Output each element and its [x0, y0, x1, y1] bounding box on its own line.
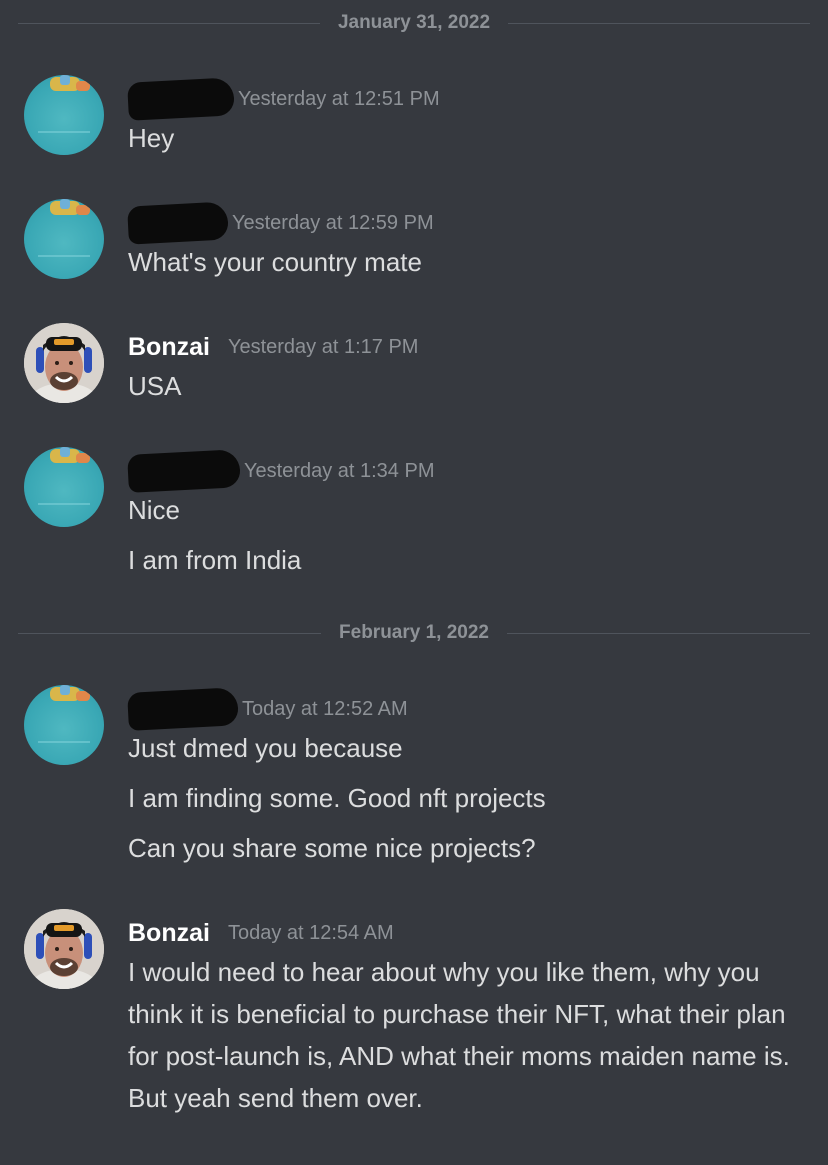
- avatar[interactable]: [24, 909, 104, 989]
- message-text: Hey: [128, 123, 175, 153]
- bonzai-avatar-image: [24, 323, 104, 403]
- avatar[interactable]: [24, 447, 104, 527]
- redacted-username: [127, 77, 235, 121]
- avatar[interactable]: [24, 685, 104, 765]
- redacted-username: [127, 201, 229, 245]
- divider-date: February 1, 2022: [339, 622, 489, 643]
- author-name[interactable]: Bonzai: [128, 919, 210, 948]
- author-name[interactable]: Bonzai: [128, 333, 210, 362]
- timestamp: Yesterday at 1:17 PM: [227, 335, 419, 358]
- date-divider: February 1, 2022: [18, 622, 811, 643]
- message-text: I am finding some. Good nft projects: [128, 783, 546, 813]
- bonzai-avatar-image: [24, 909, 104, 989]
- timestamp: Yesterday at 1:34 PM: [244, 459, 435, 482]
- divider-date: January 31, 2022: [337, 12, 491, 33]
- redacted-username: [127, 449, 241, 493]
- avatar[interactable]: [24, 75, 104, 155]
- message-text: What's your country mate: [128, 247, 422, 277]
- timestamp: Yesterday at 12:51 PM: [238, 87, 440, 110]
- redacted-username: [127, 687, 239, 731]
- timestamp: Yesterday at 12:59 PM: [232, 211, 434, 234]
- message-text: Nice: [128, 495, 181, 525]
- message-text: I am from India: [128, 545, 302, 575]
- avatar[interactable]: [24, 199, 104, 279]
- message-text: Can you share some nice projects?: [128, 833, 536, 863]
- avatar[interactable]: [24, 323, 104, 403]
- message-text: USA: [128, 371, 182, 401]
- timestamp: Today at 12:52 AM: [242, 697, 408, 720]
- message-text: Just dmed you because: [128, 733, 403, 763]
- timestamp: Today at 12:54 AM: [227, 921, 394, 944]
- message-text: I would need to hear about why you like …: [128, 957, 790, 1113]
- date-divider: January 31, 2022: [18, 12, 810, 33]
